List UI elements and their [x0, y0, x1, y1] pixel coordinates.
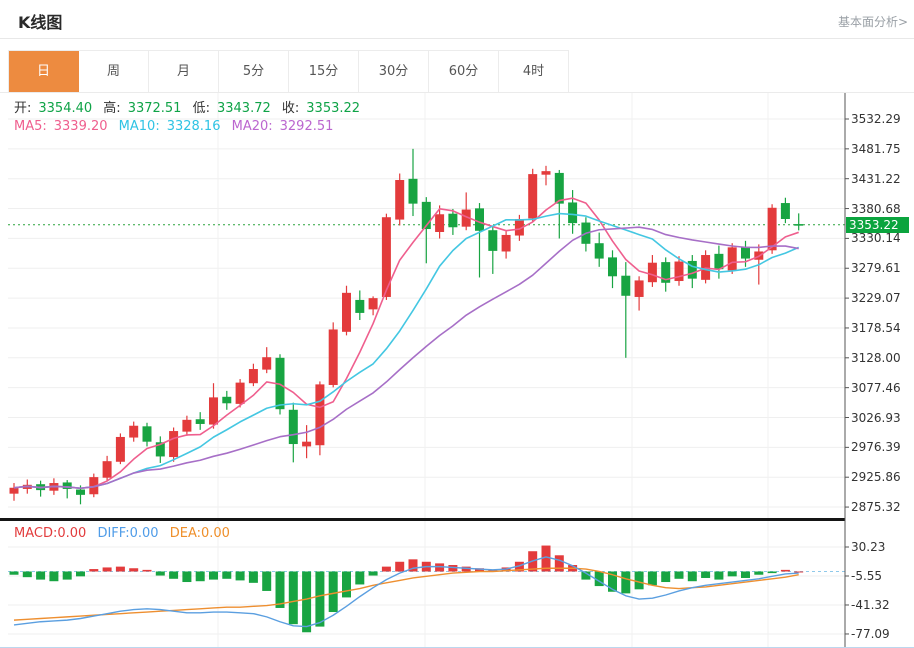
macd-label: MACD: [14, 526, 57, 541]
y-axis-label: -41.32 [851, 597, 913, 613]
low-label: 低: [193, 101, 210, 116]
macd-value: 0.00 [57, 526, 86, 541]
high-value: 3372.51 [128, 101, 182, 116]
ma10-label: MA10: [119, 119, 160, 134]
open-value: 3354.40 [38, 101, 92, 116]
ma-readout: MA5: 3339.20 MA10: 3328.16 MA20: 3292.51 [14, 119, 340, 134]
low-value: 3343.72 [217, 101, 271, 116]
close-value: 3353.22 [306, 101, 360, 116]
y-axis-label: 30.23 [851, 539, 913, 555]
y-axis-label: 2875.32 [851, 499, 913, 515]
dea-value: 0.00 [201, 526, 230, 541]
y-axis-label: 3532.29 [851, 111, 913, 127]
diff-value: 0.00 [130, 526, 159, 541]
y-axis-label: 3279.61 [851, 260, 913, 276]
y-axis-label: 3380.68 [851, 201, 913, 217]
macd-readout: MACD:0.00 DIFF:0.00 DEA:0.00 [14, 526, 237, 541]
y-axis-label: 3431.22 [851, 171, 913, 187]
kline-page: K线图 基本面分析> 日 周 月 5分 15分 30分 60分 4时 开:335… [0, 0, 914, 648]
dea-label: DEA: [170, 526, 201, 541]
high-label: 高: [103, 101, 120, 116]
current-price-badge: 3353.22 [846, 217, 909, 233]
ma20-label: MA20: [232, 119, 273, 134]
y-axis-label: -5.55 [851, 568, 913, 584]
y-axis-label: 3128.00 [851, 350, 913, 366]
diff-label: DIFF: [97, 526, 129, 541]
y-axis-label: 2976.39 [851, 439, 913, 455]
y-axis-label: 3229.07 [851, 290, 913, 306]
y-axis-label: 2925.86 [851, 469, 913, 485]
ma5-value: 3339.20 [54, 119, 108, 134]
y-axis-label: 3077.46 [851, 380, 913, 396]
open-label: 开: [14, 101, 31, 116]
y-axis-label: -77.09 [851, 626, 913, 642]
ma10-value: 3328.16 [167, 119, 221, 134]
y-axis-label: 3178.54 [851, 320, 913, 336]
close-label: 收: [282, 101, 299, 116]
y-axis-label: 3026.93 [851, 410, 913, 426]
ma20-value: 3292.51 [280, 119, 334, 134]
y-axis-label: 3330.14 [851, 230, 913, 246]
y-axis-label: 3481.75 [851, 141, 913, 157]
ma5-label: MA5: [14, 119, 47, 134]
ohlc-readout: 开: 3354.40 高: 3372.51 低: 3343.72 收: 3353.22 [14, 97, 367, 116]
